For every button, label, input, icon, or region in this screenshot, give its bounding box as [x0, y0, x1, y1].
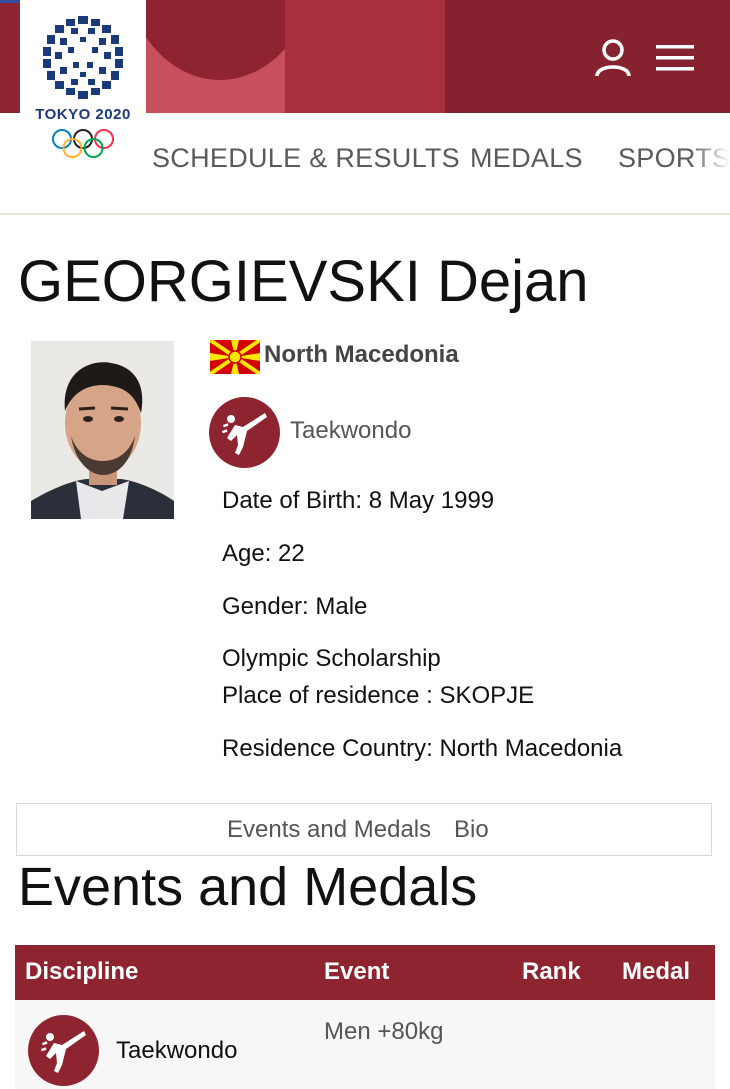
age: Age: 22 — [222, 540, 305, 567]
athlete-portrait-image — [31, 341, 174, 519]
banner-stripe — [285, 0, 445, 113]
hamburger-menu-icon[interactable] — [656, 44, 694, 72]
column-event: Event — [324, 958, 390, 985]
gender: Gender: Male — [222, 593, 368, 620]
tab-events-and-medals[interactable]: Events and Medals — [227, 816, 431, 844]
olympic-scholarship: Olympic Scholarship — [222, 645, 441, 672]
column-discipline: Discipline — [25, 958, 139, 985]
row-event[interactable]: Men +80kg — [324, 1018, 443, 1046]
place-of-residence: Place of residence : SKOPJE — [222, 682, 535, 709]
tokyo-2020-logo[interactable]: TOKYO 2020 — [20, 0, 146, 166]
athlete-photo — [31, 341, 174, 519]
nav-scroll-fade — [690, 113, 730, 213]
events-section-title: Events and Medals — [18, 857, 478, 917]
row-discipline[interactable]: Taekwondo — [116, 1037, 237, 1065]
olympic-rings-icon — [52, 129, 114, 158]
events-table-header: Discipline Event Rank Medal — [15, 945, 715, 1000]
athlete-country[interactable]: North Macedonia — [264, 341, 459, 369]
profile-tabs: Events and Medals Bio — [16, 803, 712, 856]
residence-country: Residence Country: North Macedonia — [222, 735, 623, 762]
tokyo-emblem-icon — [43, 16, 123, 99]
user-icon[interactable] — [594, 38, 632, 78]
taekwondo-icon — [209, 397, 280, 468]
logo-text: TOKYO 2020 — [35, 106, 131, 123]
date-of-birth: Date of Birth: 8 May 1999 — [222, 487, 495, 514]
athlete-sport[interactable]: Taekwondo — [290, 417, 411, 445]
north-macedonia-flag-icon — [210, 340, 260, 374]
tab-bio[interactable]: Bio — [454, 816, 489, 844]
nav-medals[interactable]: MEDALS — [470, 143, 583, 174]
nav-schedule-results[interactable]: SCHEDULE & RESULTS — [152, 143, 460, 174]
table-row[interactable]: Taekwondo Men +80kg — [15, 1000, 715, 1089]
taekwondo-icon — [28, 1015, 99, 1086]
column-medal: Medal — [622, 958, 691, 985]
athlete-name: GEORGIEVSKI Dejan — [18, 249, 589, 314]
column-rank: Rank — [522, 958, 581, 985]
